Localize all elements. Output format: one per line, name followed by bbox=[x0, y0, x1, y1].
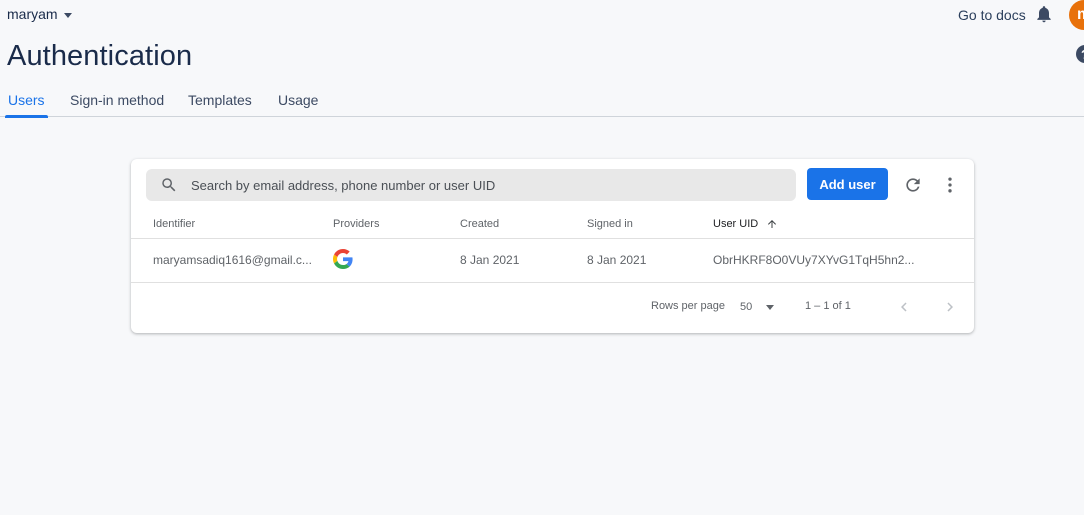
help-icon[interactable]: ? bbox=[1076, 45, 1084, 63]
search-bar[interactable] bbox=[146, 169, 796, 201]
pagination-bar: Rows per page 50 1 – 1 of 1 bbox=[131, 283, 974, 333]
table-row[interactable]: maryamsadiq1616@gmail.c... 8 Jan 2021 8 … bbox=[131, 239, 974, 283]
rows-per-page-label: Rows per page bbox=[651, 300, 725, 312]
chevron-left-icon[interactable] bbox=[895, 298, 913, 316]
chevron-down-icon bbox=[63, 12, 72, 18]
avatar-initial: m bbox=[1077, 6, 1084, 24]
project-name: maryam bbox=[7, 6, 58, 22]
arrow-up-icon bbox=[768, 220, 777, 228]
table-header: Identifier Providers Created Signed in U… bbox=[131, 215, 974, 239]
add-user-button[interactable]: Add user bbox=[807, 168, 888, 200]
tab-usage[interactable]: Usage bbox=[278, 92, 318, 117]
column-user-uid-label: User UID bbox=[713, 218, 759, 230]
go-to-docs-link[interactable]: Go to docs bbox=[958, 7, 1026, 23]
pagination-range: 1 – 1 of 1 bbox=[805, 300, 851, 312]
more-vert-icon[interactable] bbox=[940, 175, 960, 195]
users-card: Add user Identifier Providers Created Si… bbox=[131, 159, 974, 333]
refresh-icon[interactable] bbox=[903, 175, 923, 195]
cell-identifier: maryamsadiq1616@gmail.c... bbox=[153, 253, 312, 267]
cell-signed-in: 8 Jan 2021 bbox=[587, 253, 647, 267]
cell-created: 8 Jan 2021 bbox=[460, 253, 520, 267]
tab-users[interactable]: Users bbox=[5, 92, 48, 118]
project-selector[interactable]: maryam bbox=[7, 6, 72, 22]
chevron-right-icon[interactable] bbox=[941, 298, 959, 316]
top-bar: maryam Go to docs m bbox=[0, 0, 1084, 30]
bell-icon[interactable] bbox=[1034, 4, 1054, 24]
tab-bar: Users Sign-in method Templates Usage bbox=[0, 86, 1084, 118]
rows-per-page-select[interactable]: 50 bbox=[740, 296, 780, 318]
search-input[interactable] bbox=[191, 177, 771, 193]
column-providers: Providers bbox=[333, 218, 380, 230]
page-title: Authentication bbox=[7, 40, 193, 72]
chevron-down-icon bbox=[766, 304, 775, 310]
rows-per-page-value: 50 bbox=[740, 301, 753, 313]
tab-templates[interactable]: Templates bbox=[188, 92, 252, 117]
google-icon bbox=[333, 249, 353, 269]
column-created[interactable]: Created bbox=[460, 218, 499, 230]
avatar[interactable]: m bbox=[1069, 0, 1084, 30]
column-user-uid[interactable]: User UID bbox=[713, 218, 778, 230]
column-signed-in[interactable]: Signed in bbox=[587, 218, 633, 230]
column-identifier[interactable]: Identifier bbox=[153, 218, 195, 230]
search-icon bbox=[162, 178, 176, 192]
tab-sign-in-method[interactable]: Sign-in method bbox=[70, 92, 164, 117]
cell-user-uid: ObrHKRF8O0VUy7XYvG1TqH5hn2... bbox=[713, 253, 915, 267]
